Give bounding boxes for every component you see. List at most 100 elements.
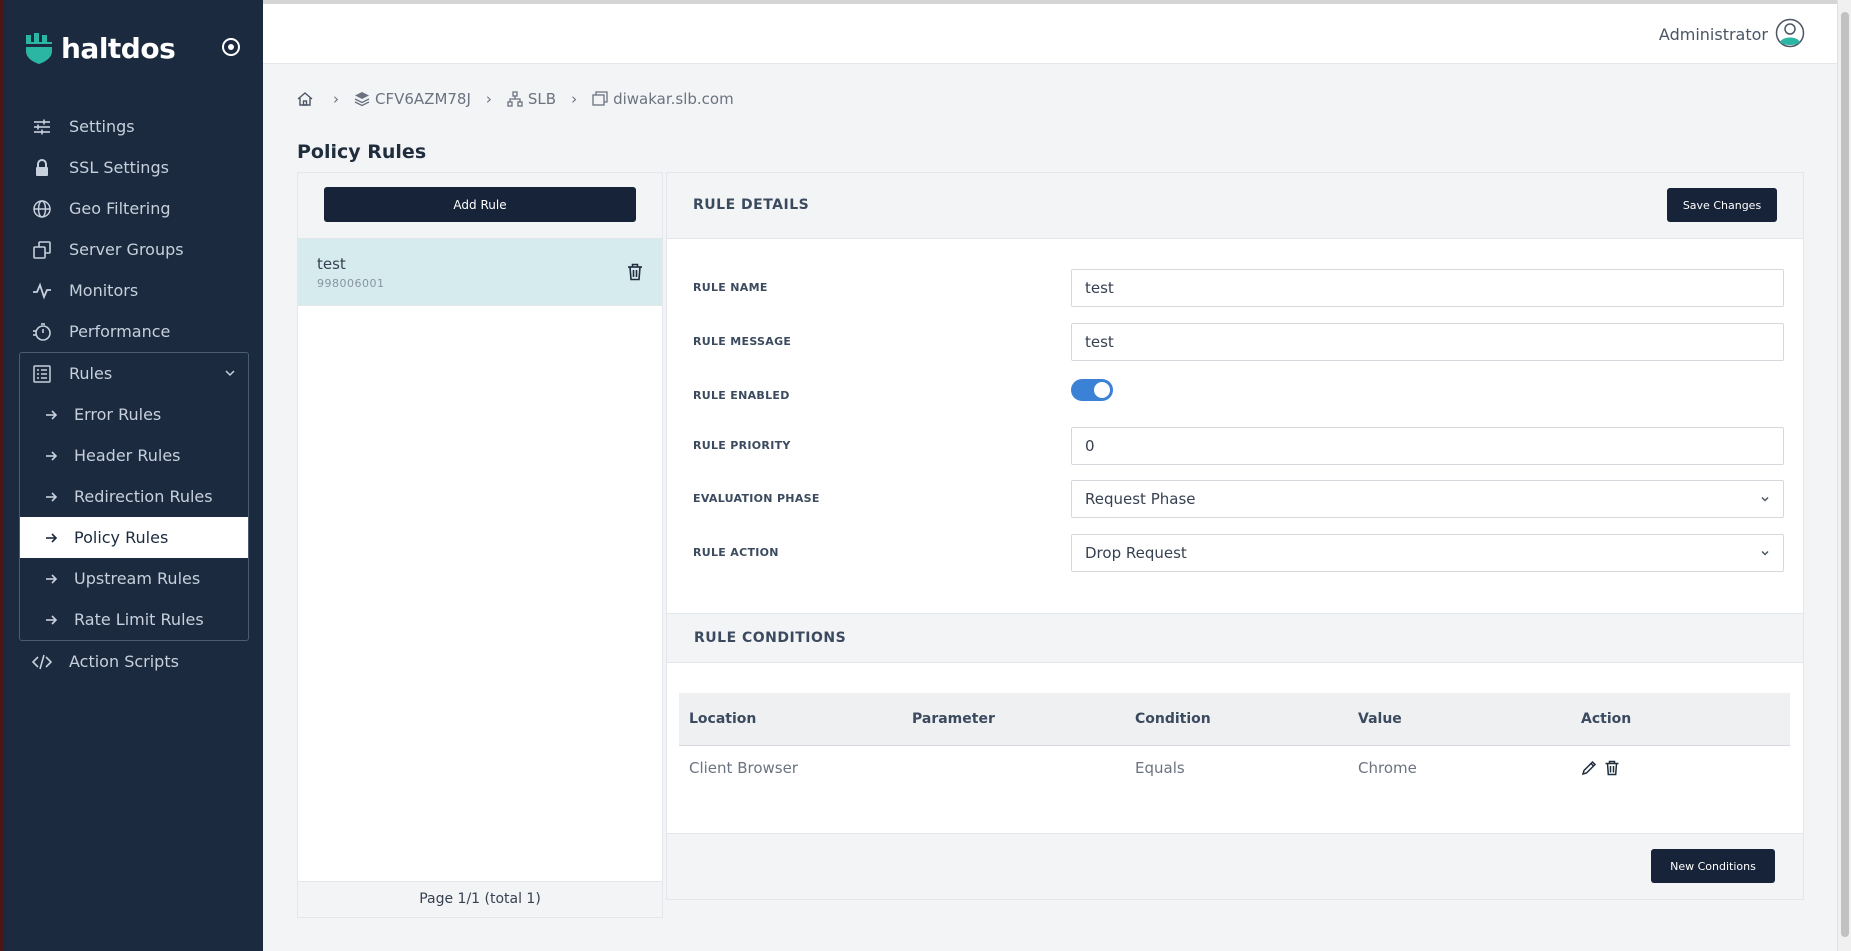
breadcrumb-separator: ›: [485, 90, 492, 108]
arrow-right-icon: [46, 450, 58, 461]
breadcrumb-label: diwakar.slb.com: [613, 90, 734, 108]
add-rule-button[interactable]: Add Rule: [324, 187, 636, 222]
new-conditions-button[interactable]: New Conditions: [1651, 849, 1775, 883]
rule-enabled-toggle[interactable]: [1071, 379, 1113, 401]
home-icon: [297, 92, 313, 106]
haltdos-shield-icon: [26, 33, 52, 64]
breadcrumb: › CFV6AZM78J › SLB › diwakar.slb.com: [297, 89, 734, 109]
sidebar-subitem-label: Rate Limit Rules: [74, 610, 204, 629]
sidebar-nav: Settings SSL Settings Geo Filtering Serv…: [19, 106, 249, 682]
rule-list-item-id: 998006001: [317, 277, 385, 290]
toggle-knob: [1094, 382, 1110, 398]
sliders-icon: [32, 117, 52, 137]
sidebar-item-ssl-settings[interactable]: SSL Settings: [20, 147, 248, 188]
rule-details-panel: RULE DETAILS Save Changes RULE NAME test…: [666, 172, 1804, 900]
sidebar-item-settings[interactable]: Settings: [20, 106, 248, 147]
sidebar-subitem-policy-rules[interactable]: Policy Rules: [20, 517, 248, 558]
column-header-location: Location: [679, 693, 902, 746]
sidebar-item-label: Server Groups: [69, 240, 184, 259]
sidebar-subitem-label: Redirection Rules: [74, 487, 213, 506]
rule-action-select[interactable]: Drop Request: [1071, 534, 1784, 572]
cell-value: Chrome: [1358, 758, 1417, 777]
brand-logo[interactable]: haltdos: [24, 30, 176, 66]
window-icon: [592, 91, 608, 106]
topbar: Administrator: [263, 0, 1851, 64]
page-scrollbar[interactable]: [1837, 0, 1851, 951]
cell-location: Client Browser: [689, 758, 798, 777]
arrow-right-icon: [46, 491, 58, 502]
sidebar-subitem-header-rules[interactable]: Header Rules: [20, 435, 248, 476]
target-icon[interactable]: [220, 36, 242, 58]
breadcrumb-separator: ›: [571, 90, 578, 108]
conditions-table-header: Location Parameter Condition Value Actio…: [679, 693, 1790, 746]
rule-list-header: Add Rule: [298, 173, 662, 239]
arrow-right-icon: [46, 573, 58, 584]
cell-parameter: [902, 745, 1125, 790]
rule-priority-input[interactable]: 0: [1071, 427, 1784, 465]
column-header-condition: Condition: [1125, 693, 1348, 746]
list-icon: [32, 364, 52, 384]
sidebar-subitem-label: Header Rules: [74, 446, 181, 465]
sidebar-item-server-groups[interactable]: Server Groups: [20, 229, 248, 270]
rule-message-input[interactable]: test: [1071, 323, 1784, 361]
sidebar-subitem-error-rules[interactable]: Error Rules: [20, 394, 248, 435]
pulse-icon: [32, 281, 52, 301]
sidebar-item-label: Geo Filtering: [69, 199, 171, 218]
breadcrumb-item-account[interactable]: CFV6AZM78J: [354, 90, 471, 108]
delete-rule-trash-icon[interactable]: [627, 263, 643, 281]
rule-enabled-label: RULE ENABLED: [693, 389, 790, 402]
rule-message-label: RULE MESSAGE: [693, 335, 792, 348]
sidebar-item-label: Monitors: [69, 281, 139, 300]
rule-action-label: RULE ACTION: [693, 546, 779, 559]
breadcrumb-item-domain[interactable]: diwakar.slb.com: [592, 90, 734, 108]
sidebar-subitem-upstream-rules[interactable]: Upstream Rules: [20, 558, 248, 599]
sidebar: haltdos Settings SSL Settings Geo Filter…: [0, 0, 263, 951]
sidebar-item-label: Performance: [69, 322, 171, 341]
edit-pencil-icon[interactable]: [1581, 760, 1597, 776]
sidebar-item-monitors[interactable]: Monitors: [20, 270, 248, 311]
stopwatch-icon: [32, 322, 52, 342]
scrollbar-thumb[interactable]: [1841, 12, 1849, 937]
column-header-parameter: Parameter: [902, 693, 1125, 746]
column-header-value: Value: [1348, 693, 1571, 746]
save-changes-button[interactable]: Save Changes: [1667, 188, 1777, 222]
sidebar-item-performance[interactable]: Performance: [20, 311, 248, 352]
cell-condition: Equals: [1135, 758, 1185, 777]
arrow-right-icon: [46, 409, 58, 420]
page-title: Policy Rules: [297, 141, 427, 163]
user-avatar-icon[interactable]: [1775, 18, 1805, 48]
breadcrumb-home[interactable]: [297, 91, 318, 107]
delete-condition-trash-icon[interactable]: [1604, 760, 1620, 776]
server-groups-icon: [32, 240, 52, 260]
sidebar-item-action-scripts[interactable]: Action Scripts: [20, 641, 248, 682]
evaluation-phase-select[interactable]: Request Phase: [1071, 480, 1784, 518]
pagination: Page 1/1 (total 1): [298, 881, 662, 917]
user-name[interactable]: Administrator: [1659, 25, 1768, 44]
rule-list-panel: Add Rule test 998006001 Page 1/1 (total …: [297, 172, 663, 918]
rule-conditions-title: RULE CONDITIONS: [694, 630, 847, 646]
lock-icon: [32, 158, 52, 178]
code-icon: [32, 652, 52, 672]
globe-icon: [32, 199, 52, 219]
rule-name-input[interactable]: test: [1071, 269, 1784, 307]
evaluation-phase-label: EVALUATION PHASE: [693, 492, 820, 505]
sitemap-icon: [507, 91, 523, 107]
rules-group: Rules Error Rules Header Rules Redirecti…: [19, 352, 249, 641]
rule-conditions-footer: New Conditions: [667, 833, 1803, 899]
sidebar-item-geo-filtering[interactable]: Geo Filtering: [20, 188, 248, 229]
sidebar-subitem-redirection-rules[interactable]: Redirection Rules: [20, 476, 248, 517]
breadcrumb-label: CFV6AZM78J: [375, 90, 471, 108]
sidebar-item-rules[interactable]: Rules: [20, 353, 248, 394]
arrow-right-icon: [46, 614, 58, 625]
rule-action-value: Drop Request: [1085, 544, 1187, 562]
conditions-table: Location Parameter Condition Value Actio…: [679, 693, 1790, 790]
rule-priority-label: RULE PRIORITY: [693, 439, 791, 452]
sidebar-subitem-rate-limit-rules[interactable]: Rate Limit Rules: [20, 599, 248, 640]
cell-action: [1571, 745, 1790, 790]
breadcrumb-item-slb[interactable]: SLB: [507, 90, 556, 108]
sidebar-subitem-label: Policy Rules: [74, 528, 169, 547]
sidebar-subitem-label: Upstream Rules: [74, 569, 201, 588]
rule-list-item[interactable]: test 998006001: [298, 239, 662, 306]
chevron-down-icon: [1761, 550, 1769, 556]
breadcrumb-label: SLB: [527, 90, 557, 108]
